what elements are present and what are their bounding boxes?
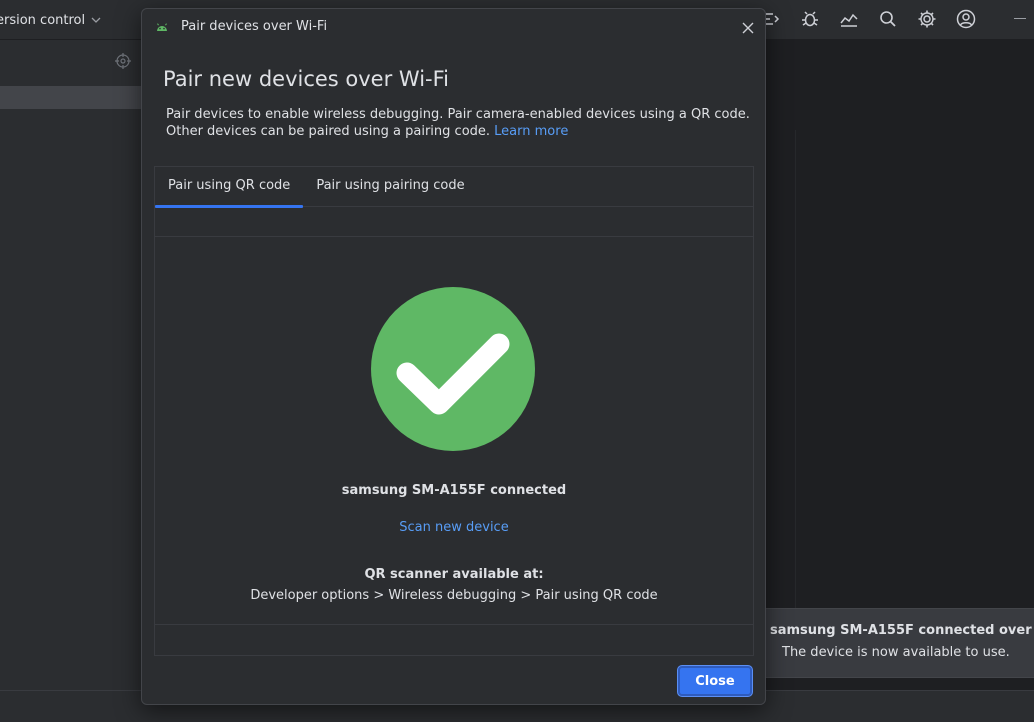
dialog-title: Pair devices over Wi-Fi — [181, 19, 328, 34]
search-icon[interactable] — [877, 8, 899, 30]
learn-more-link[interactable]: Learn more — [494, 124, 568, 139]
dialog-heading: Pair new devices over Wi-Fi — [163, 67, 450, 91]
device-connected-status: samsung SM-A155F connected — [341, 483, 567, 498]
debug-icon[interactable] — [799, 8, 821, 30]
version-control-label: ersion control — [0, 12, 86, 28]
notification-title: samsung SM-A155F connected over Wi- — [770, 623, 1034, 638]
dialog-titlebar: Pair devices over Wi-Fi — [142, 9, 765, 47]
project-tool-window — [0, 40, 142, 690]
pair-devices-dialog: Pair devices over Wi-Fi Pair new devices… — [141, 8, 766, 705]
panel-header — [0, 40, 142, 84]
version-control-widget[interactable]: ersion control — [0, 11, 101, 29]
tab-pair-qr-code[interactable]: Pair using QR code — [155, 167, 304, 208]
qr-scanner-heading: QR scanner available at: — [364, 567, 544, 582]
dialog-description: Pair devices to enable wireless debuggin… — [166, 106, 756, 140]
qr-scanner-path: Developer options > Wireless debugging >… — [250, 588, 658, 603]
selected-tree-row[interactable] — [0, 86, 142, 109]
chevron-down-icon — [91, 17, 101, 23]
qr-pairing-content: samsung SM-A155F connected Scan new devi… — [155, 237, 753, 625]
gutter-divider — [795, 130, 796, 650]
tab-toolbar-row — [155, 207, 753, 237]
settings-icon[interactable] — [916, 8, 938, 30]
tab-pair-pairing-code[interactable]: Pair using pairing code — [303, 167, 477, 207]
close-icon[interactable] — [740, 20, 756, 36]
pairing-tab-panel: Pair using QR code Pair using pairing co… — [154, 166, 754, 656]
editor-area — [765, 40, 1034, 690]
success-checkmark-icon — [371, 287, 535, 451]
android-icon — [157, 23, 167, 31]
profiler-icon[interactable] — [838, 8, 860, 30]
account-icon[interactable] — [955, 8, 977, 30]
tab-strip: Pair using QR code Pair using pairing co… — [155, 167, 753, 208]
locate-icon[interactable] — [115, 53, 131, 69]
notification-balloon[interactable]: samsung SM-A155F connected over Wi- The … — [757, 608, 1034, 678]
notification-body: The device is now available to use. — [782, 645, 1010, 660]
description-text: Pair devices to enable wireless debuggin… — [166, 107, 750, 139]
minimize-icon[interactable] — [1014, 18, 1026, 19]
scan-new-device-link[interactable]: Scan new device — [155, 520, 753, 535]
close-button[interactable]: Close — [678, 666, 752, 696]
